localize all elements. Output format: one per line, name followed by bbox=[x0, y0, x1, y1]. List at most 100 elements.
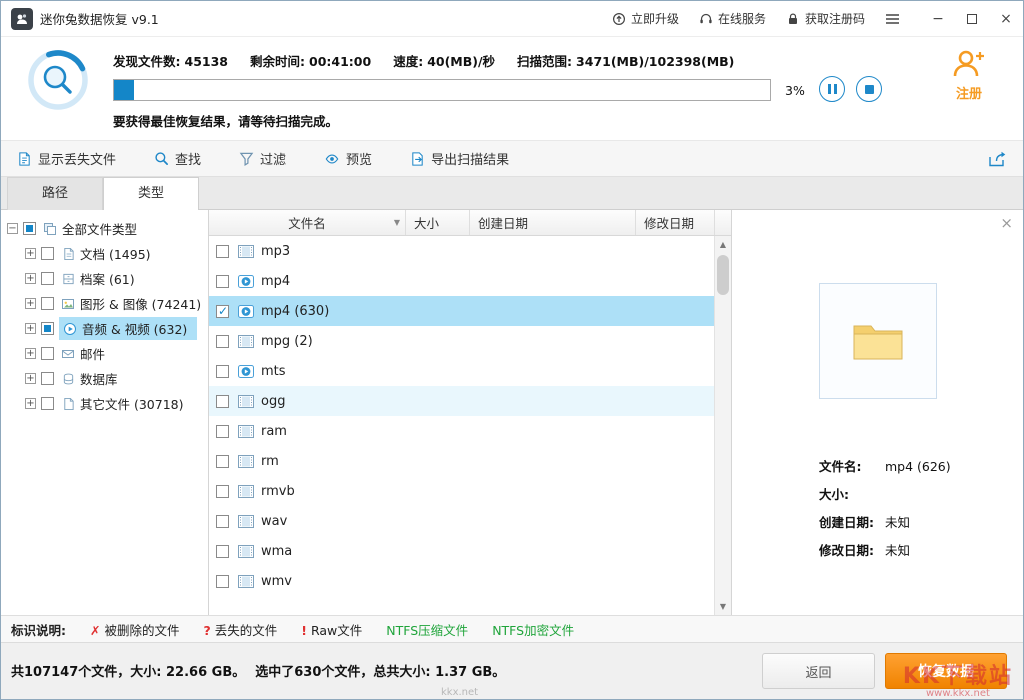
media-icon bbox=[61, 322, 79, 336]
show-lost-files-button[interactable]: 显示丢失文件 bbox=[17, 149, 116, 168]
checkbox[interactable] bbox=[216, 545, 229, 558]
tree-item-label: 其它文件 (30718) bbox=[80, 394, 184, 413]
preview-close-icon[interactable]: × bbox=[1000, 216, 1013, 231]
tree-item-all-types[interactable]: − 全部文件类型 bbox=[1, 216, 208, 241]
legend-label: Raw文件 bbox=[311, 623, 362, 638]
header-spacer bbox=[715, 210, 731, 235]
file-row-mp4[interactable]: mp4 bbox=[209, 266, 715, 296]
toolbar: 显示丢失文件 查找 过滤 预览 导出扫描结果 bbox=[1, 141, 1023, 177]
column-header-created[interactable]: 创建日期 bbox=[470, 210, 636, 235]
checkbox[interactable] bbox=[41, 347, 54, 360]
maximize-icon bbox=[967, 14, 977, 24]
expand-icon[interactable]: + bbox=[25, 273, 36, 284]
media-file-icon bbox=[236, 395, 256, 408]
checkbox[interactable] bbox=[216, 455, 229, 468]
tab-type[interactable]: 类型 bbox=[103, 177, 199, 210]
checkbox[interactable] bbox=[216, 245, 229, 258]
file-row-wav[interactable]: wav bbox=[209, 506, 715, 536]
get-registration-code-button[interactable]: 获取注册码 bbox=[786, 10, 865, 27]
checkbox[interactable] bbox=[41, 372, 54, 385]
expand-icon[interactable]: + bbox=[25, 248, 36, 259]
checkbox[interactable] bbox=[216, 575, 229, 588]
expand-icon[interactable]: + bbox=[25, 348, 36, 359]
detail-label: 创建日期: bbox=[819, 512, 881, 531]
checkbox[interactable] bbox=[216, 485, 229, 498]
online-service-button[interactable]: 在线服务 bbox=[699, 10, 766, 27]
detail-modified: 修改日期: 未知 bbox=[819, 540, 951, 559]
checkbox[interactable] bbox=[216, 365, 229, 378]
file-row-wmv[interactable]: wmv bbox=[209, 566, 715, 596]
recover-data-button[interactable]: 恢复数据 bbox=[885, 653, 1007, 689]
file-row-mts[interactable]: mts bbox=[209, 356, 715, 386]
checkbox[interactable] bbox=[216, 395, 229, 408]
stop-button[interactable] bbox=[856, 76, 882, 102]
checkbox-checked[interactable] bbox=[216, 305, 229, 318]
column-label: 文件名 bbox=[288, 213, 326, 232]
column-header-filename[interactable]: 文件名 ▼ bbox=[209, 210, 406, 235]
file-row-rm[interactable]: rm bbox=[209, 446, 715, 476]
tree-item-other-files[interactable]: + 其它文件 (30718) bbox=[1, 391, 208, 416]
export-scan-result-button[interactable]: 导出扫描结果 bbox=[410, 149, 509, 168]
maximize-button[interactable] bbox=[955, 1, 989, 37]
back-button[interactable]: 返回 bbox=[762, 653, 875, 689]
scroll-down-icon[interactable]: ▼ bbox=[715, 598, 731, 615]
share-button[interactable] bbox=[988, 151, 1007, 167]
checkbox[interactable] bbox=[216, 335, 229, 348]
column-header-size[interactable]: 大小 bbox=[406, 210, 470, 235]
file-name: rm bbox=[261, 454, 279, 469]
tree-item-database[interactable]: + 数据库 bbox=[1, 366, 208, 391]
close-button[interactable]: × bbox=[989, 1, 1023, 37]
legend-ntfs-encrypted: NTFS加密文件 bbox=[492, 620, 574, 639]
column-header-modified[interactable]: 修改日期 bbox=[636, 210, 715, 235]
preview-button[interactable]: 预览 bbox=[324, 149, 372, 168]
scrollbar-thumb[interactable] bbox=[717, 255, 729, 295]
media-file-icon bbox=[236, 335, 256, 348]
image-icon bbox=[59, 297, 77, 311]
tree-item-mail[interactable]: + 邮件 bbox=[1, 341, 208, 366]
upgrade-button[interactable]: 立即升级 bbox=[612, 10, 679, 27]
tree-item-documents[interactable]: + 文档 (1495) bbox=[1, 241, 208, 266]
checkbox[interactable] bbox=[23, 222, 36, 235]
file-row-ogg[interactable]: ogg bbox=[209, 386, 715, 416]
expand-icon[interactable]: + bbox=[25, 298, 36, 309]
file-row-ram[interactable]: ram bbox=[209, 416, 715, 446]
file-name: mp4 (630) bbox=[261, 304, 329, 319]
expand-icon[interactable]: + bbox=[25, 398, 36, 409]
checkbox[interactable] bbox=[41, 297, 54, 310]
scroll-up-icon[interactable]: ▲ bbox=[715, 236, 731, 253]
expand-icon[interactable]: + bbox=[25, 323, 36, 334]
find-button[interactable]: 查找 bbox=[154, 149, 201, 168]
headset-icon bbox=[699, 12, 713, 26]
file-row-rmvb[interactable]: rmvb bbox=[209, 476, 715, 506]
checkbox[interactable] bbox=[216, 425, 229, 438]
file-row-mp4-630[interactable]: mp4 (630) bbox=[209, 296, 715, 326]
pause-icon bbox=[828, 84, 831, 94]
checkbox[interactable] bbox=[216, 515, 229, 528]
file-row-mp3[interactable]: mp3 bbox=[209, 236, 715, 266]
checkbox[interactable] bbox=[41, 247, 54, 260]
pause-button[interactable] bbox=[819, 76, 845, 102]
checkbox[interactable] bbox=[216, 275, 229, 288]
register-button[interactable]: 注册 bbox=[937, 49, 1001, 102]
file-row-mpg[interactable]: mpg (2) bbox=[209, 326, 715, 356]
checkbox[interactable] bbox=[41, 397, 54, 410]
menu-button[interactable] bbox=[885, 13, 915, 25]
checkbox[interactable] bbox=[41, 322, 54, 335]
file-row-wma[interactable]: wma bbox=[209, 536, 715, 566]
sort-desc-icon[interactable]: ▼ bbox=[394, 218, 400, 227]
tab-path[interactable]: 路径 bbox=[7, 177, 103, 210]
tree-item-audio-video[interactable]: + 音频 & 视频 (632) bbox=[1, 316, 208, 341]
archive-icon bbox=[59, 272, 77, 286]
selected-files-summary: 选中了630个文件，总共大小: 1.37 GB。 bbox=[255, 661, 505, 680]
column-label: 大小 bbox=[414, 213, 439, 232]
collapse-icon[interactable]: − bbox=[7, 223, 18, 234]
detail-value: 未知 bbox=[885, 515, 910, 530]
checkbox[interactable] bbox=[41, 272, 54, 285]
expand-icon[interactable]: + bbox=[25, 373, 36, 384]
media-file-icon bbox=[236, 515, 256, 528]
minimize-button[interactable]: − bbox=[921, 1, 955, 37]
tree-item-images[interactable]: + 图形 & 图像 (74241) bbox=[1, 291, 208, 316]
tree-item-archives[interactable]: + 档案 (61) bbox=[1, 266, 208, 291]
filter-button[interactable]: 过滤 bbox=[239, 149, 286, 168]
vertical-scrollbar[interactable]: ▲ ▼ bbox=[714, 236, 731, 615]
